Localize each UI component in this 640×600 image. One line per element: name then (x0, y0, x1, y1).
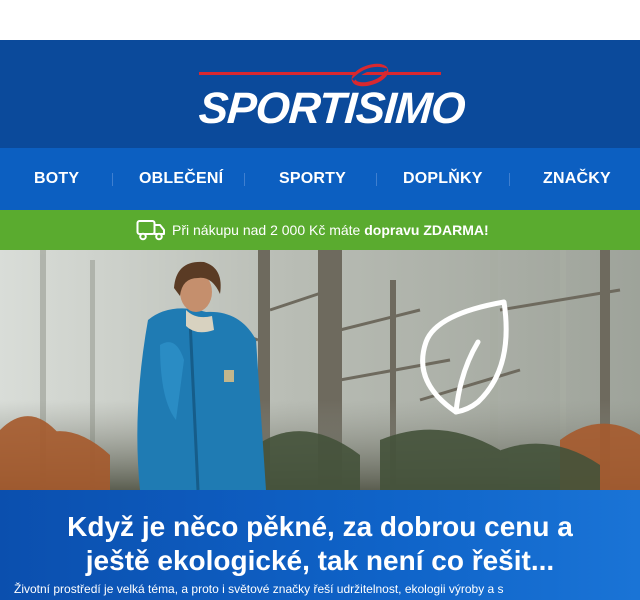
logo-text: SPORTISIMO (197, 84, 467, 133)
header: SPORTISIMO (0, 40, 640, 148)
promo-text-bold: dopravu ZDARMA! (364, 222, 489, 238)
nav-separator (376, 173, 377, 186)
sportisimo-logo[interactable]: SPORTISIMO (197, 62, 467, 133)
top-spacer (0, 0, 640, 40)
promo-text-prefix: Při nákupu nad 2 000 Kč máte (172, 222, 361, 238)
nav-item-doplnky[interactable]: DOPLŇKY (403, 148, 483, 210)
nav-item-znacky[interactable]: ZNAČKY (543, 148, 611, 210)
banner-headline-line1: Když je něco pěkné, za dobrou cenu a (67, 511, 573, 542)
nav-separator (509, 173, 510, 186)
hero-image[interactable] (0, 250, 640, 490)
free-shipping-text: Při nákupu nad 2 000 Kč máte dopravu ZDA… (172, 210, 489, 250)
nav-separator (112, 173, 113, 186)
article-banner[interactable]: Když je něco pěkné, za dobrou cenu a ješt… (0, 490, 640, 600)
hero-photo (0, 250, 640, 490)
nav-item-boty[interactable]: BOTY (34, 148, 79, 210)
banner-headline-line2: ještě ekologické, tak není co řešit... (85, 545, 555, 576)
nav-item-sporty[interactable]: SPORTY (279, 148, 346, 210)
nav-item-obleceni[interactable]: OBLEČENÍ (139, 148, 223, 210)
banner-headline: Když je něco pěkné, za dobrou cenu a ješt… (0, 510, 640, 578)
logo-red-line (199, 72, 441, 75)
main-nav: BOTY OBLEČENÍ SPORTY DOPLŇKY ZNAČKY (0, 148, 640, 210)
banner-body-text: Životní prostředí je velká téma, a proto… (14, 582, 504, 596)
nav-separator (244, 173, 245, 186)
free-shipping-bar[interactable]: Při nákupu nad 2 000 Kč máte dopravu ZDA… (0, 210, 640, 250)
delivery-truck-icon (136, 220, 165, 241)
